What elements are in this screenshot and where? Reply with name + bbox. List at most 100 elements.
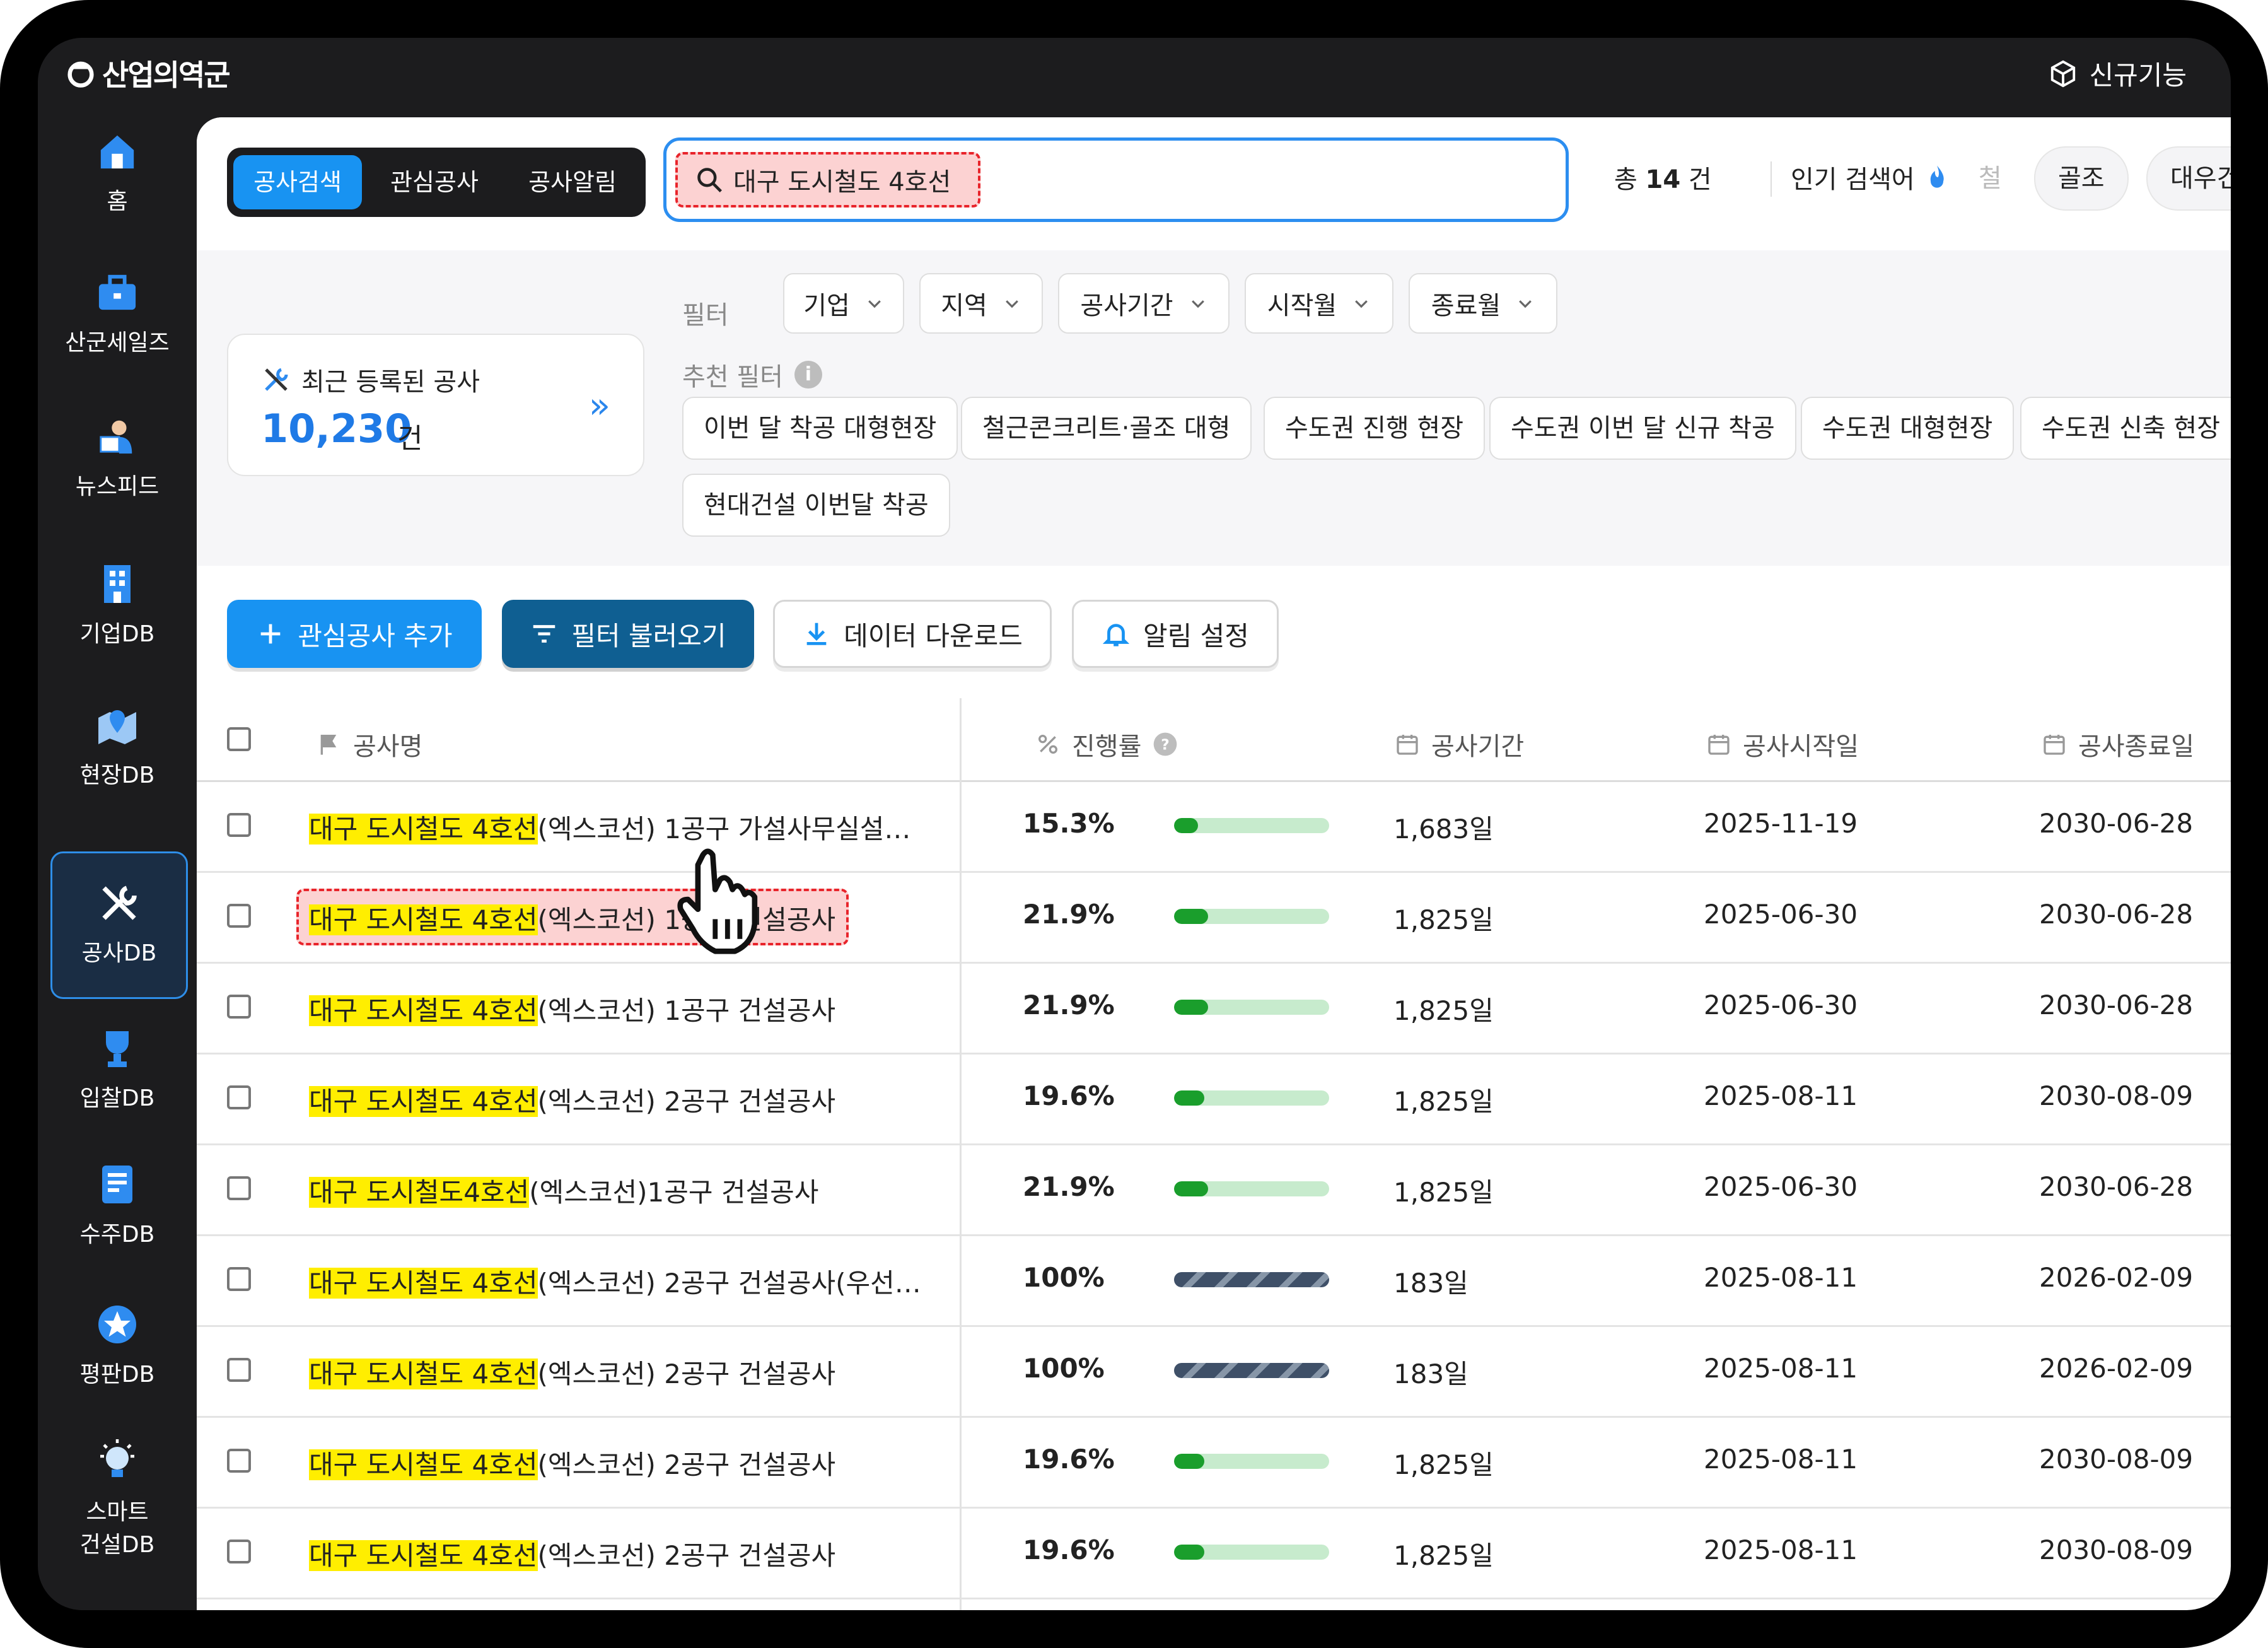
recent-projects-card[interactable]: 최근 등록된 공사 10,230 건 » (227, 334, 644, 476)
sidebar-item-reputation-db[interactable]: 평판DB (50, 1302, 184, 1396)
project-name[interactable]: 대구 도시철도 4호선(엑스코선) 2공구 건설공사 (309, 1353, 835, 1391)
info-icon[interactable]: i (794, 361, 822, 389)
row-checkbox[interactable] (227, 1267, 251, 1291)
filter-end-month-dropdown[interactable]: 종료월 (1409, 273, 1557, 334)
load-filter-button[interactable]: 필터 불러오기 (502, 600, 754, 668)
sidebar-item-bid-db[interactable]: 입찰DB (50, 1026, 184, 1120)
table-row[interactable]: 대구 도시철도 4호선(엑스코선) 1공구 건설공사21.9%1,825일202… (197, 962, 2231, 1055)
map-pin-icon (98, 710, 136, 744)
download-data-button[interactable]: 데이터 다운로드 (773, 600, 1052, 668)
add-interest-button[interactable]: 관심공사 추가 (227, 600, 482, 668)
sidebar-label: 평판DB (79, 1362, 155, 1388)
action-bar: 관심공사 추가 필터 불러오기 데이터 다운로드 알림 설정 (197, 566, 2231, 699)
table-row[interactable]: 대구 도시철도 4호선(엑스코선) 2공구 건설공사 19.6% 1,825일 202… (197, 1416, 2231, 1509)
alert-settings-button[interactable]: 알림 설정 (1072, 600, 1279, 668)
table-header: 공사명 진행률? 공사기간 공사시작일 공사종료일 (197, 698, 2231, 782)
column-period[interactable]: 공사기간 (1395, 726, 1524, 763)
column-progress[interactable]: 진행률? (1035, 726, 1178, 763)
column-start[interactable]: 공사시작일 (1706, 726, 1859, 763)
project-name-rest: (엑스코선) 2공구 건설공사(우선… (537, 1268, 921, 1299)
table-row[interactable]: 대구 도시철도 4호선(엑스코선) 2공구 건설공사(우선… 100% 183일 20… (197, 1234, 2231, 1327)
project-name-rest: (엑스코선) 2공구 건설공사 (537, 1086, 836, 1117)
project-name[interactable]: 대구 도시철도 4호선(엑스코선) 2공구 건설공사 (309, 1080, 835, 1119)
total-suffix: 건 (1688, 165, 1712, 194)
progress-value: 19.6% (1023, 1080, 1115, 1111)
row-checkbox[interactable] (227, 904, 251, 928)
popular-keyword-chip[interactable]: 골조 (2034, 146, 2129, 211)
column-name[interactable]: 공사명 (317, 726, 422, 763)
project-name[interactable]: 대구 도시철도 4호선(엑스코선) 1공구 가설사무실설치… (309, 808, 927, 846)
new-feature-label: 신규기능 (2089, 60, 2187, 91)
row-checkbox[interactable] (227, 1176, 251, 1200)
filter-company-dropdown[interactable]: 기업 (783, 273, 904, 334)
new-feature-button[interactable]: 신규기능 (2049, 54, 2187, 93)
project-start-date: 2025-06-30 (1704, 990, 1858, 1020)
table-row[interactable]: 대구 도시철도 4호선(엑스코선) 1공구 건설공사21.9%1,825일202… (197, 871, 2231, 964)
search-input[interactable]: 대구 도시철도 4호선 (663, 137, 1569, 222)
progress-bar (1174, 1454, 1329, 1469)
select-all-checkbox[interactable] (227, 727, 251, 751)
progress-bar (1174, 909, 1329, 924)
sidebar-item-construction-db[interactable]: 공사DB (50, 851, 188, 999)
table-row[interactable]: 대구 도시철도4호선(엑스코선)1공구 건설공사 21.9% 1,825일 2025-… (197, 1143, 2231, 1236)
recommended-filter-chip[interactable]: 수도권 이번 달 신규 착공 (1489, 397, 1796, 460)
tab-interest[interactable]: 관심공사 (369, 155, 499, 209)
row-checkbox[interactable] (227, 1540, 251, 1563)
project-start-date: 2025-08-11 (1704, 1262, 1858, 1293)
recommended-filter-chip[interactable]: 수도권 대형현장 (1801, 397, 2015, 460)
row-checkbox[interactable] (227, 1449, 251, 1473)
progress-fill (1174, 1545, 1205, 1560)
project-name[interactable]: 대구 도시철도 4호선(엑스코선) 2공구 건설공사 (309, 1534, 835, 1573)
row-checkbox[interactable] (227, 995, 251, 1019)
table-row[interactable]: 대구 도시철도 4호선(엑스코선) 1공구 가설사무실설치… 15.3% 1,683… (197, 780, 2231, 873)
flame-icon (1930, 165, 1944, 188)
project-start-date: 2025-11-19 (1704, 808, 1858, 839)
sidebar-item-smart-db[interactable]: 스마트 건설DB (50, 1439, 184, 1565)
sidebar-item-home[interactable]: 홈 (50, 130, 184, 218)
row-checkbox[interactable] (227, 813, 251, 837)
progress-bar (1174, 1545, 1329, 1560)
column-end[interactable]: 공사종료일 (2042, 726, 2194, 763)
sidebar-label: 뉴스피드 (75, 473, 160, 500)
app-logo[interactable]: 산업의역군 (64, 54, 231, 92)
main-panel: 공사검색 관심공사 공사알림 대구 도시철도 4호선 총 14 건 인기 검색어… (197, 117, 2231, 1610)
recommended-filter-chip[interactable]: 수도권 진행 현장 (1264, 397, 1486, 460)
filter-start-month-dropdown[interactable]: 시작월 (1245, 273, 1393, 334)
help-icon[interactable]: ? (1153, 732, 1178, 757)
recommended-filter-chip[interactable]: 현대건설 이번달 착공 (682, 474, 950, 537)
sidebar-item-site-db[interactable]: 현장DB (50, 703, 184, 797)
recommended-filter-chip[interactable]: 이번 달 착공 대형현장 (682, 397, 958, 460)
sidebar-label: 스마트 (86, 1499, 149, 1525)
table-row[interactable]: 대구 도시철도 4호선(엑스코선) 2공구 건설공사 100% 183일 2025-0… (197, 1325, 2231, 1418)
project-start-date: 2025-08-11 (1704, 1080, 1858, 1111)
download-icon (806, 622, 827, 645)
sidebar-item-company-db[interactable]: 기업DB (50, 561, 184, 656)
popular-keyword-chip[interactable]: 대우건설 (2146, 146, 2231, 211)
sidebar-item-order-db[interactable]: 수주DB (50, 1162, 184, 1256)
row-checkbox[interactable] (227, 1358, 251, 1382)
project-start-date: 2025-06-30 (1704, 1171, 1858, 1202)
recommended-filter-chip[interactable]: 수도권 신축 현장 (2020, 397, 2231, 460)
table-row[interactable]: 대구 도시철도 4호선(엑스코선) 2공구 건설공사 19.6% 1,825일 202… (197, 1053, 2231, 1145)
filter-region-dropdown[interactable]: 지역 (919, 273, 1043, 334)
recommended-filter-chip[interactable]: 철근콘크리트·골조 대형 (961, 397, 1252, 460)
tab-search[interactable]: 공사검색 (233, 155, 362, 209)
sidebar-item-sales[interactable]: 산군세일즈 (50, 271, 184, 359)
project-start-date: 2025-08-11 (1704, 1444, 1858, 1475)
project-name[interactable]: 대구 도시철도 4호선(엑스코선) 1공구 건설공사 (309, 990, 835, 1028)
tab-alerts[interactable]: 공사알림 (506, 155, 639, 209)
total-prefix: 총 (1614, 165, 1637, 194)
filter-period-dropdown[interactable]: 공사기간 (1058, 273, 1230, 334)
button-label: 필터 불러오기 (571, 620, 726, 652)
project-name[interactable]: 대구 도시철도 4호선(엑스코선) 2공구 건설공사 (309, 1444, 835, 1482)
progress-fill (1174, 1454, 1205, 1469)
project-name[interactable]: 대구 도시철도4호선(엑스코선)1공구 건설공사 (309, 1171, 818, 1210)
sidebar-item-newsfeed[interactable]: 뉴스피드 (50, 415, 184, 503)
project-start-date: 2025-06-30 (1704, 899, 1858, 930)
project-name[interactable]: 대구 도시철도 4호선(엑스코선) 2공구 건설공사(우선… (309, 1262, 921, 1300)
table-row[interactable]: 대구 도시철도 4호선(엑스코선) 2공구 건설공사 19.6% 1,825일 202… (197, 1507, 2231, 1599)
button-label: 알림 설정 (1143, 620, 1249, 652)
progress-value: 21.9% (1023, 1171, 1115, 1202)
row-checkbox[interactable] (227, 1085, 251, 1109)
chevron-right-icon[interactable]: » (589, 385, 610, 426)
